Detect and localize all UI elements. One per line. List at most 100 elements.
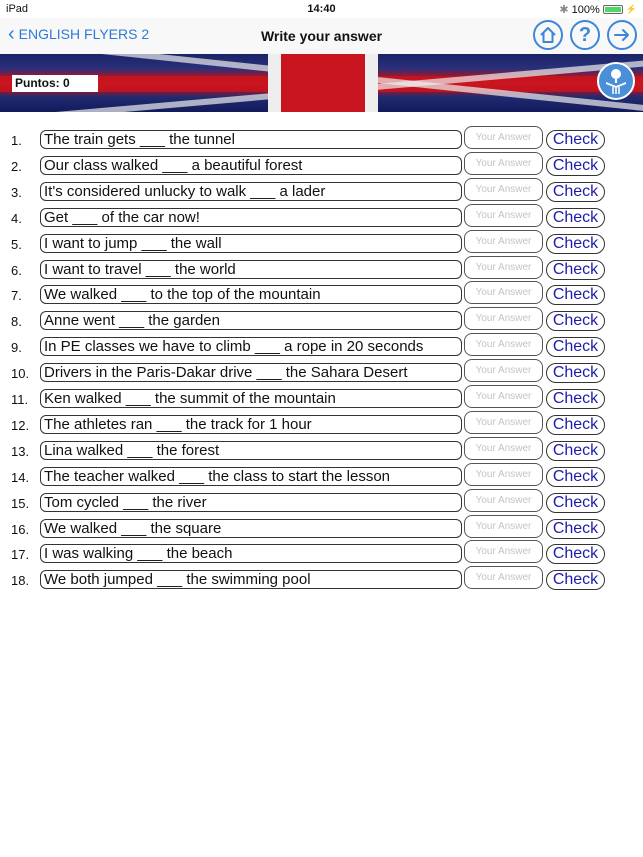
question-number: 7. [11, 288, 22, 304]
answer-input[interactable] [464, 359, 543, 383]
question-row: 13. Lina walked ___ the forest Check [0, 436, 643, 463]
check-button[interactable]: Check [546, 337, 605, 358]
battery-fill [604, 7, 621, 12]
battery-icon [602, 5, 623, 14]
question-sentence: It's considered unlucky to walk ___ a la… [40, 181, 462, 201]
question-sentence: We both jumped ___ the swimming pool [40, 570, 462, 590]
check-button[interactable]: Check [546, 311, 605, 332]
answer-input[interactable] [464, 255, 543, 279]
question-number: 13. [11, 443, 30, 459]
reader-logo-icon[interactable] [597, 62, 635, 100]
question-sentence: The teacher walked ___ the class to star… [40, 466, 462, 486]
check-button[interactable]: Check [546, 570, 605, 591]
question-number: 18. [11, 573, 30, 589]
next-button[interactable] [607, 20, 637, 50]
question-number: 8. [11, 314, 22, 330]
question-row: 14. The teacher walked ___ the class to … [0, 462, 643, 489]
help-icon: ? [578, 23, 592, 46]
question-row: 7. We walked ___ to the top of the mount… [0, 281, 643, 307]
question-sentence: We walked ___ to the top of the mountain [40, 285, 462, 305]
help-button[interactable]: ? [570, 20, 600, 50]
question-row: 1. The train gets ___ the tunnel Check [0, 126, 643, 152]
home-icon [540, 27, 556, 43]
check-button[interactable]: Check [546, 181, 605, 202]
answer-input[interactable] [464, 385, 543, 408]
answer-input[interactable] [464, 462, 543, 486]
chevron-left-icon: ‹ [8, 23, 15, 45]
next-arrow-icon [614, 29, 629, 41]
question-sentence: I want to travel ___ the world [40, 259, 462, 279]
question-number: 17. [11, 547, 30, 563]
question-sentence: Drivers in the Paris-Dakar drive ___ the… [40, 363, 462, 383]
question-sentence: I want to jump ___ the wall [40, 233, 462, 253]
battery-percent: 100% [571, 3, 600, 16]
answer-input[interactable] [464, 177, 543, 201]
answer-input[interactable] [464, 488, 543, 512]
reader-glyph [606, 69, 626, 94]
question-row: 5. I want to jump ___ the wall Check [0, 229, 643, 256]
question-sentence: Ken walked ___ the summit of the mountai… [40, 389, 462, 408]
answer-input[interactable] [464, 307, 543, 331]
check-button[interactable]: Check [546, 363, 605, 384]
question-sentence: The athletes ran ___ the track for 1 hou… [40, 414, 462, 434]
question-row: 10. Drivers in the Paris-Dakar drive ___… [0, 359, 643, 385]
back-label: ENGLISH FLYERS 2 [18, 26, 150, 42]
answer-input[interactable] [464, 540, 543, 564]
answer-input[interactable] [464, 436, 543, 460]
answer-input[interactable] [464, 281, 543, 305]
home-button[interactable] [533, 20, 563, 50]
question-number: 5. [11, 236, 22, 252]
question-row: 15. Tom cycled ___ the river Check [0, 488, 643, 515]
question-row: 9. In PE classes we have to climb ___ a … [0, 333, 643, 359]
union-jack-banner: Puntos: 0 [0, 54, 643, 112]
check-button[interactable]: Check [546, 233, 605, 254]
nav-actions: ? [533, 20, 637, 50]
question-row: 11. Ken walked ___ the summit of the mou… [0, 385, 643, 411]
question-sentence: The train gets ___ the tunnel [40, 130, 462, 149]
check-button[interactable]: Check [546, 518, 605, 539]
check-button[interactable]: Check [546, 544, 605, 565]
check-button[interactable]: Check [546, 207, 605, 228]
check-button[interactable]: Check [546, 285, 605, 306]
answer-input[interactable] [464, 151, 543, 175]
bluetooth-icon: ✱ [559, 4, 569, 16]
answer-input[interactable] [464, 566, 543, 590]
question-number: 15. [11, 495, 30, 511]
check-button[interactable]: Check [546, 466, 605, 487]
check-button[interactable]: Check [546, 155, 605, 176]
question-row: 17. I was walking ___ the beach Check [0, 540, 643, 566]
question-number: 4. [11, 210, 22, 226]
question-sentence: We walked ___ the square [40, 518, 462, 538]
answer-input[interactable] [464, 126, 543, 149]
question-row: 12. The athletes ran ___ the track for 1… [0, 410, 643, 437]
clock: 14:40 [307, 3, 336, 15]
question-number: 14. [11, 469, 30, 485]
check-button[interactable]: Check [546, 414, 605, 435]
check-button[interactable]: Check [546, 492, 605, 513]
question-sentence: Get ___ of the car now! [40, 207, 462, 227]
answer-input[interactable] [464, 333, 543, 357]
answer-input[interactable] [464, 514, 543, 538]
question-row: 2. Our class walked ___ a beautiful fore… [0, 151, 643, 178]
charging-icon: ⚡ [625, 4, 637, 14]
question-number: 16. [11, 521, 30, 537]
answer-input[interactable] [464, 203, 543, 227]
answer-input[interactable] [464, 229, 543, 253]
check-button[interactable]: Check [546, 440, 605, 461]
question-sentence: Our class walked ___ a beautiful forest [40, 155, 462, 175]
question-row: 6. I want to travel ___ the world Check [0, 255, 643, 282]
check-button[interactable]: Check [546, 130, 605, 150]
question-row: 16. We walked ___ the square Check [0, 514, 643, 541]
question-row: 18. We both jumped ___ the swimming pool… [0, 566, 643, 592]
check-button[interactable]: Check [546, 259, 605, 280]
question-sentence: Lina walked ___ the forest [40, 440, 462, 460]
question-number: 12. [11, 417, 30, 433]
answer-input[interactable] [464, 410, 543, 434]
check-button[interactable]: Check [546, 389, 605, 409]
question-number: 6. [11, 262, 22, 278]
nav-bar: ‹ ENGLISH FLYERS 2 Write your answer ? [0, 18, 643, 54]
question-number: 9. [11, 340, 22, 356]
question-number: 3. [11, 184, 22, 200]
back-button[interactable]: ‹ ENGLISH FLYERS 2 [8, 23, 150, 45]
question-row: 3. It's considered unlucky to walk ___ a… [0, 177, 643, 204]
